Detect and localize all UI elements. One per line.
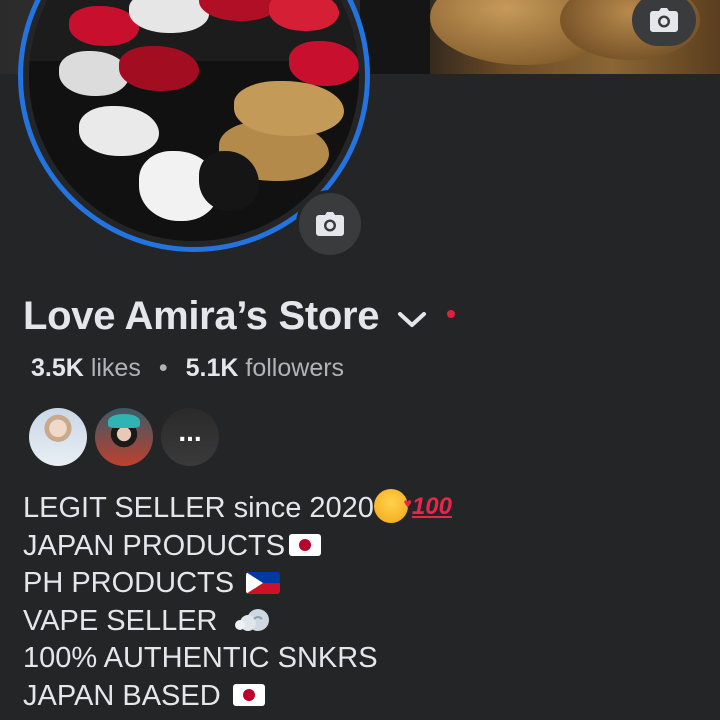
followers-label[interactable]: followers [245, 354, 344, 383]
stats-separator: • [158, 354, 168, 382]
bio-text: JAPAN PRODUCTS [23, 529, 286, 562]
chevron-down-icon[interactable] [397, 311, 427, 329]
camera-icon [316, 212, 344, 236]
hundred-points-icon: 100 [411, 492, 452, 520]
sneaker-shape [59, 51, 129, 96]
bio-line: 100% AUTHENTIC SNKRS [23, 640, 452, 678]
likes-count: 3.5K [31, 354, 84, 382]
sneaker-shape [129, 0, 209, 33]
bio-text: 100% AUTHENTIC SNKRS [23, 642, 378, 675]
edit-profile-picture-button[interactable] [296, 190, 364, 258]
bio-line: VAPE SELLER [23, 603, 452, 641]
cover-photo-shadow [360, 0, 430, 74]
avatar[interactable] [29, 408, 87, 466]
avatar-hat [108, 414, 140, 428]
page-title-row: Love Amira’s Store [23, 294, 456, 339]
smiling-face-with-hearts-icon [373, 485, 412, 524]
more-icon: ... [178, 416, 202, 447]
bio-text: JAPAN BASED [23, 679, 229, 712]
followers-count[interactable]: 5.1K [186, 354, 239, 383]
avatar[interactable] [95, 408, 153, 466]
bio-line: JAPAN PRODUCTS [23, 528, 452, 566]
status-dot-icon [447, 309, 456, 318]
sneaker-shape [269, 0, 339, 31]
sneaker-shape [199, 0, 279, 21]
likes-label: likes [90, 354, 141, 382]
page-stats: 3.5K likes • 5.1K followers [31, 354, 344, 383]
page-bio: LEGIT SELLER since 2020 100 JAPAN PRODUCT… [23, 485, 452, 716]
more-friends-button[interactable]: ... [161, 408, 219, 466]
camera-icon [650, 8, 678, 32]
japan-flag-icon [289, 533, 322, 556]
friends-avatars[interactable]: ... [29, 408, 227, 466]
sneaker-shape [119, 46, 199, 91]
edit-cover-photo-button[interactable] [632, 0, 696, 46]
sneaker-shape [289, 41, 359, 86]
philippines-flag-icon [246, 571, 281, 594]
japan-flag-icon [232, 684, 265, 707]
bio-line: PH PRODUCTS [23, 565, 452, 603]
bio-text: VAPE SELLER [23, 604, 226, 637]
bio-text: LEGIT SELLER since 2020 [23, 492, 374, 524]
bio-text: PH PRODUCTS [23, 567, 243, 600]
bio-line: LEGIT SELLER since 2020 100 [23, 485, 452, 528]
bio-line: JAPAN BASED [23, 678, 452, 716]
page-title: Love Amira’s Store [23, 294, 380, 338]
dash-cloud-icon [234, 609, 269, 632]
